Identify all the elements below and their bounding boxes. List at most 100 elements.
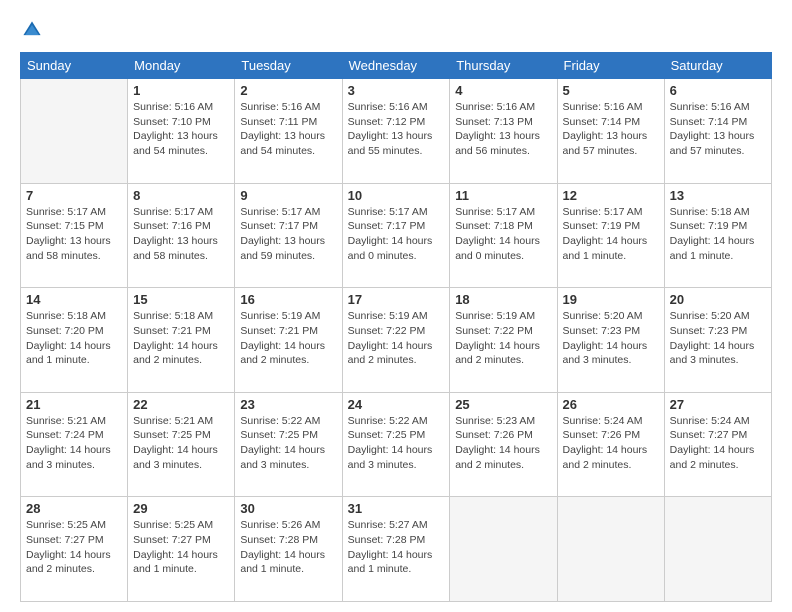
day-number: 22 — [133, 397, 229, 412]
day-info: Sunrise: 5:18 AMSunset: 7:21 PMDaylight:… — [133, 309, 229, 368]
day-number: 31 — [348, 501, 445, 516]
day-info: Sunrise: 5:25 AMSunset: 7:27 PMDaylight:… — [133, 518, 229, 577]
day-info: Sunrise: 5:17 AMSunset: 7:15 PMDaylight:… — [26, 205, 122, 264]
day-number: 25 — [455, 397, 551, 412]
day-cell: 28 Sunrise: 5:25 AMSunset: 7:27 PMDayligh… — [21, 497, 128, 602]
weekday-header-thursday: Thursday — [450, 53, 557, 79]
calendar: SundayMondayTuesdayWednesdayThursdayFrid… — [20, 52, 772, 602]
logo-icon — [20, 18, 44, 42]
weekday-header-row: SundayMondayTuesdayWednesdayThursdayFrid… — [21, 53, 772, 79]
day-info: Sunrise: 5:17 AMSunset: 7:16 PMDaylight:… — [133, 205, 229, 264]
day-info: Sunrise: 5:23 AMSunset: 7:26 PMDaylight:… — [455, 414, 551, 473]
weekday-header-friday: Friday — [557, 53, 664, 79]
day-cell: 22Sunrise: 5:21 AMSunset: 7:25 PMDayligh… — [128, 392, 235, 497]
day-cell: 21 Sunrise: 5:21 AMSunset: 7:24 PMDayligh… — [21, 392, 128, 497]
day-cell — [664, 497, 771, 602]
day-cell: 20 Sunrise: 5:20 AMSunset: 7:23 PMDayligh… — [664, 288, 771, 393]
day-cell — [557, 497, 664, 602]
day-info: Sunrise: 5:21 AMSunset: 7:24 PMDaylight:… — [26, 414, 122, 473]
day-cell: 7Sunrise: 5:17 AMSunset: 7:15 PMDaylight… — [21, 183, 128, 288]
day-info: Sunrise: 5:18 AMSunset: 7:20 PMDaylight:… — [26, 309, 122, 368]
page: SundayMondayTuesdayWednesdayThursdayFrid… — [0, 0, 792, 612]
day-info: Sunrise: 5:19 AMSunset: 7:22 PMDaylight:… — [455, 309, 551, 368]
day-cell: 10Sunrise: 5:17 AMSunset: 7:17 PMDayligh… — [342, 183, 450, 288]
day-cell: 14 Sunrise: 5:18 AMSunset: 7:20 PMDayligh… — [21, 288, 128, 393]
logo — [20, 18, 48, 42]
day-number: 27 — [670, 397, 766, 412]
day-number: 29 — [133, 501, 229, 516]
day-info: Sunrise: 5:20 AMSunset: 7:23 PMDaylight:… — [670, 309, 766, 368]
day-number: 3 — [348, 83, 445, 98]
day-number: 1 — [133, 83, 229, 98]
day-info: Sunrise: 5:19 AMSunset: 7:22 PMDaylight:… — [348, 309, 445, 368]
day-info: Sunrise: 5:27 AMSunset: 7:28 PMDaylight:… — [348, 518, 445, 577]
day-cell: 27Sunrise: 5:24 AMSunset: 7:27 PMDayligh… — [664, 392, 771, 497]
day-cell: 25 Sunrise: 5:23 AMSunset: 7:26 PMDayligh… — [450, 392, 557, 497]
day-cell: 5Sunrise: 5:16 AMSunset: 7:14 PMDaylight… — [557, 79, 664, 184]
day-number: 21 — [26, 397, 122, 412]
day-info: Sunrise: 5:16 AMSunset: 7:13 PMDaylight:… — [455, 100, 551, 159]
weekday-header-sunday: Sunday — [21, 53, 128, 79]
day-info: Sunrise: 5:16 AMSunset: 7:11 PMDaylight:… — [240, 100, 336, 159]
day-number: 8 — [133, 188, 229, 203]
day-cell: 18 Sunrise: 5:19 AMSunset: 7:22 PMDayligh… — [450, 288, 557, 393]
day-info: Sunrise: 5:18 AMSunset: 7:19 PMDaylight:… — [670, 205, 766, 264]
weekday-header-wednesday: Wednesday — [342, 53, 450, 79]
day-number: 19 — [563, 292, 659, 307]
day-number: 12 — [563, 188, 659, 203]
week-row-1: 1 Sunrise: 5:16 AMSunset: 7:10 PMDaylight… — [21, 79, 772, 184]
day-number: 30 — [240, 501, 336, 516]
day-number: 20 — [670, 292, 766, 307]
day-number: 4 — [455, 83, 551, 98]
day-number: 5 — [563, 83, 659, 98]
day-number: 13 — [670, 188, 766, 203]
day-info: Sunrise: 5:17 AMSunset: 7:19 PMDaylight:… — [563, 205, 659, 264]
day-cell: 16Sunrise: 5:19 AMSunset: 7:21 PMDayligh… — [235, 288, 342, 393]
calendar-body: 1 Sunrise: 5:16 AMSunset: 7:10 PMDaylight… — [21, 79, 772, 602]
day-cell: 1 Sunrise: 5:16 AMSunset: 7:10 PMDaylight… — [128, 79, 235, 184]
day-cell — [450, 497, 557, 602]
day-cell: 30 Sunrise: 5:26 AMSunset: 7:28 PMDayligh… — [235, 497, 342, 602]
day-info: Sunrise: 5:16 AMSunset: 7:10 PMDaylight:… — [133, 100, 229, 159]
header — [20, 18, 772, 42]
day-number: 11 — [455, 188, 551, 203]
day-cell: 12 Sunrise: 5:17 AMSunset: 7:19 PMDayligh… — [557, 183, 664, 288]
week-row-4: 21 Sunrise: 5:21 AMSunset: 7:24 PMDayligh… — [21, 392, 772, 497]
day-info: Sunrise: 5:20 AMSunset: 7:23 PMDaylight:… — [563, 309, 659, 368]
weekday-header-tuesday: Tuesday — [235, 53, 342, 79]
day-info: Sunrise: 5:26 AMSunset: 7:28 PMDaylight:… — [240, 518, 336, 577]
week-row-3: 14 Sunrise: 5:18 AMSunset: 7:20 PMDayligh… — [21, 288, 772, 393]
day-cell: 29 Sunrise: 5:25 AMSunset: 7:27 PMDayligh… — [128, 497, 235, 602]
day-info: Sunrise: 5:17 AMSunset: 7:17 PMDaylight:… — [240, 205, 336, 264]
day-cell: 24Sunrise: 5:22 AMSunset: 7:25 PMDayligh… — [342, 392, 450, 497]
day-number: 23 — [240, 397, 336, 412]
day-number: 15 — [133, 292, 229, 307]
day-number: 2 — [240, 83, 336, 98]
weekday-header-monday: Monday — [128, 53, 235, 79]
week-row-5: 28 Sunrise: 5:25 AMSunset: 7:27 PMDayligh… — [21, 497, 772, 602]
day-info: Sunrise: 5:22 AMSunset: 7:25 PMDaylight:… — [240, 414, 336, 473]
day-number: 9 — [240, 188, 336, 203]
day-info: Sunrise: 5:17 AMSunset: 7:17 PMDaylight:… — [348, 205, 445, 264]
day-number: 26 — [563, 397, 659, 412]
day-cell: 4 Sunrise: 5:16 AMSunset: 7:13 PMDaylight… — [450, 79, 557, 184]
weekday-header-saturday: Saturday — [664, 53, 771, 79]
day-number: 17 — [348, 292, 445, 307]
day-info: Sunrise: 5:16 AMSunset: 7:12 PMDaylight:… — [348, 100, 445, 159]
day-info: Sunrise: 5:25 AMSunset: 7:27 PMDaylight:… — [26, 518, 122, 577]
day-info: Sunrise: 5:19 AMSunset: 7:21 PMDaylight:… — [240, 309, 336, 368]
day-cell: 19 Sunrise: 5:20 AMSunset: 7:23 PMDayligh… — [557, 288, 664, 393]
day-cell — [21, 79, 128, 184]
day-info: Sunrise: 5:24 AMSunset: 7:26 PMDaylight:… — [563, 414, 659, 473]
day-cell: 17 Sunrise: 5:19 AMSunset: 7:22 PMDayligh… — [342, 288, 450, 393]
week-row-2: 7Sunrise: 5:17 AMSunset: 7:15 PMDaylight… — [21, 183, 772, 288]
day-cell: 2 Sunrise: 5:16 AMSunset: 7:11 PMDaylight… — [235, 79, 342, 184]
day-cell: 3 Sunrise: 5:16 AMSunset: 7:12 PMDaylight… — [342, 79, 450, 184]
day-cell: 13 Sunrise: 5:18 AMSunset: 7:19 PMDayligh… — [664, 183, 771, 288]
day-number: 28 — [26, 501, 122, 516]
day-cell: 8 Sunrise: 5:17 AMSunset: 7:16 PMDaylight… — [128, 183, 235, 288]
day-number: 18 — [455, 292, 551, 307]
day-number: 6 — [670, 83, 766, 98]
day-number: 14 — [26, 292, 122, 307]
day-cell: 31 Sunrise: 5:27 AMSunset: 7:28 PMDayligh… — [342, 497, 450, 602]
